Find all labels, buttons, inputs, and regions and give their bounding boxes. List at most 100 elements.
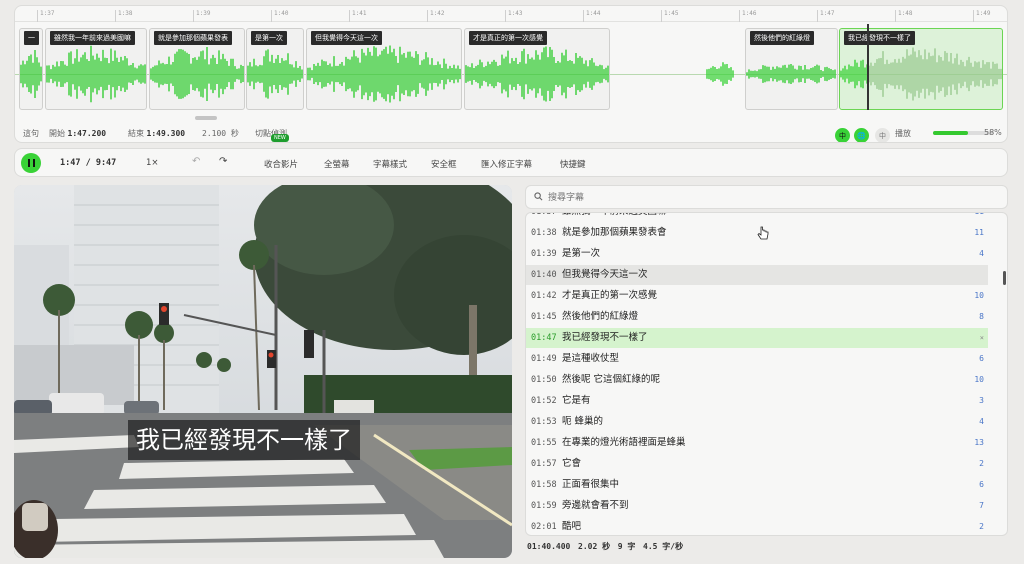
subtitle-text[interactable]: 是第一次 bbox=[562, 244, 600, 264]
subtitle-row-current[interactable]: 01:47 我已經發現不一樣了 × bbox=[526, 328, 988, 348]
subtitle-char-count: 7 bbox=[979, 501, 984, 510]
duration-value: 2.100 秒 bbox=[202, 129, 239, 138]
subtitle-time: 01:55 bbox=[531, 438, 557, 448]
subtitle-text[interactable]: 它是有 bbox=[562, 391, 591, 411]
start-time[interactable]: 開始 1:47.200 bbox=[49, 128, 106, 139]
subtitle-row[interactable]: 01:37 雖然我一年前來過美國嘛 11 bbox=[526, 212, 988, 222]
subtitle-row[interactable]: 02:01 酷吧 2 bbox=[526, 517, 988, 535]
subtitle-char-count: 2 bbox=[979, 459, 984, 468]
search-input[interactable] bbox=[548, 190, 988, 205]
clip-3[interactable]: 是第一次 bbox=[246, 28, 304, 110]
subtitle-time: 01:57 bbox=[531, 459, 557, 469]
subtitle-row[interactable]: 01:53 呃 蜂巢的 4 bbox=[526, 412, 988, 432]
end-time[interactable]: 結束 1:49.300 bbox=[128, 128, 185, 139]
subtitle-row[interactable]: 01:50 然後呢 它這個紅綠的呢 10 bbox=[526, 370, 988, 390]
import-corrected-subtitles-button[interactable]: 匯入修正字幕 bbox=[481, 158, 532, 170]
play-volume-label: 播放 bbox=[895, 129, 911, 138]
subtitle-text[interactable]: 旁邊就會看不到 bbox=[562, 496, 629, 516]
list-scrollbar[interactable] bbox=[1003, 271, 1006, 285]
volume-fill bbox=[933, 131, 968, 135]
ruler-tick: 1:49 bbox=[973, 10, 990, 22]
playhead[interactable] bbox=[867, 24, 869, 110]
subtitle-list[interactable]: 01:37雖然我一年前來過美國嘛1101:38就是參加那個蘋果發表會1101:3… bbox=[525, 212, 1008, 536]
clip-6[interactable]: 然後他們的紅綠燈 bbox=[745, 28, 838, 110]
time-ruler[interactable]: 1:37 1:38 1:39 1:40 1:41 1:42 1:43 1:44 1:45 1:46… bbox=[15, 6, 1007, 22]
ruler-tick: 1:44 bbox=[583, 10, 600, 22]
subtitle-time: 01:53 bbox=[531, 417, 557, 427]
subtitle-text[interactable]: 才是真正的第一次感覺 bbox=[562, 286, 657, 306]
subtitle-text[interactable]: 然後他們的紅綠燈 bbox=[562, 307, 638, 327]
clip-0[interactable]: 一 bbox=[19, 28, 43, 110]
subtitle-row[interactable]: 01:57 它會 2 bbox=[526, 454, 988, 474]
subtitle-text[interactable]: 呃 蜂巢的 bbox=[562, 412, 603, 432]
subtitle-text[interactable]: 它會 bbox=[562, 454, 581, 474]
subtitle-text[interactable]: 但我覺得今天這一次 bbox=[562, 265, 648, 285]
subtitle-row[interactable]: 01:55 在專業的燈光術語裡面是蜂巢 13 bbox=[526, 433, 988, 453]
ruler-tick: 1:37 bbox=[37, 10, 54, 22]
subtitle-time: 01:49 bbox=[531, 354, 557, 364]
subtitle-text[interactable]: 在專業的燈光術語裡面是蜂巢 bbox=[562, 433, 686, 453]
speed-button[interactable]: 1× bbox=[146, 158, 159, 168]
subtitle-row[interactable]: 01:52 它是有 3 bbox=[526, 391, 988, 411]
subtitle-time: 01:58 bbox=[531, 480, 557, 490]
undo-icon[interactable]: ↶ bbox=[192, 156, 200, 167]
subtitle-text[interactable]: 然後呢 它這個紅綠的呢 bbox=[562, 370, 660, 390]
subtitle-time: 01:47 bbox=[531, 333, 557, 343]
ruler-tick: 1:39 bbox=[193, 10, 210, 22]
subtitle-char-count: 2 bbox=[979, 522, 984, 531]
subtitle-row[interactable]: 01:39 是第一次 4 bbox=[526, 244, 988, 264]
subtitle-text[interactable]: 酷吧 bbox=[562, 517, 581, 535]
subtitle-row[interactable]: 01:40 但我覺得今天這一次 bbox=[526, 265, 988, 285]
subtitle-text[interactable]: 正面看很集中 bbox=[562, 475, 619, 495]
subtitle-text[interactable]: 雖然我一年前來過美國嘛 bbox=[562, 213, 667, 222]
subtitle-time: 01:45 bbox=[531, 312, 557, 322]
subtitle-row[interactable]: 01:42 才是真正的第一次感覺 10 bbox=[526, 286, 988, 306]
subtitle-time: 02:01 bbox=[531, 522, 557, 532]
kind-label: 這句 bbox=[23, 129, 39, 138]
clip-2[interactable]: 就是參加那個蘋果發表 bbox=[149, 28, 245, 110]
globe-icon[interactable]: 🌐 bbox=[854, 128, 869, 142]
clip-label: 我已經發現不一樣了 bbox=[844, 31, 915, 45]
collapse-video-button[interactable]: 收合影片 bbox=[264, 158, 298, 170]
subtitle-text[interactable]: 是這種收仗型 bbox=[562, 349, 619, 369]
subtitle-char-count: 13 bbox=[974, 438, 984, 447]
subtitle-row[interactable]: 01:59 旁邊就會看不到 7 bbox=[526, 496, 988, 516]
subtitle-char-count: 8 bbox=[979, 312, 984, 321]
timeline-panel[interactable]: 1:37 1:38 1:39 1:40 1:41 1:42 1:43 1:44 1:45 1:46… bbox=[14, 5, 1008, 143]
subtitle-lang-toggle[interactable]: 中 bbox=[835, 128, 850, 142]
timeline-scroll-handle[interactable] bbox=[195, 116, 217, 120]
subtitle-text[interactable]: 我已經發現不一樣了 bbox=[562, 328, 648, 348]
status-time: 01:40.400 bbox=[527, 542, 571, 551]
subtitle-row[interactable]: 01:45 然後他們的紅綠燈 8 bbox=[526, 307, 988, 327]
video-subtitle: 我已經發現不一樣了 bbox=[128, 420, 360, 460]
fullscreen-button[interactable]: 全螢幕 bbox=[324, 158, 350, 170]
safe-frame-button[interactable]: 安全框 bbox=[431, 158, 457, 170]
subtitle-row[interactable]: 01:58 正面看很集中 6 bbox=[526, 475, 988, 495]
hand-cursor-icon bbox=[757, 226, 769, 240]
ruler-tick: 1:43 bbox=[505, 10, 522, 22]
search-icon bbox=[534, 192, 543, 201]
shortcuts-button[interactable]: 快捷鍵 bbox=[560, 158, 586, 170]
clip-label: 才是真正的第一次感覺 bbox=[469, 31, 547, 45]
pause-button[interactable] bbox=[21, 153, 41, 173]
split-detect-button[interactable]: 切點偵測 NEW bbox=[255, 128, 289, 142]
language-toggle-off[interactable]: 中 bbox=[875, 128, 890, 142]
clip-4[interactable]: 但我覺得今天這一次 bbox=[306, 28, 462, 110]
subtitle-row[interactable]: 01:49 是這種收仗型 6 bbox=[526, 349, 988, 369]
subtitle-time: 01:37 bbox=[531, 212, 557, 217]
subtitle-text[interactable]: 就是參加那個蘋果發表會 bbox=[562, 223, 667, 243]
subtitle-search-box[interactable] bbox=[525, 185, 1008, 209]
video-player[interactable]: 我已經發現不一樣了 bbox=[14, 185, 512, 558]
subtitle-char-count: 11 bbox=[974, 213, 984, 222]
subtitle-char-count: 4 bbox=[979, 417, 984, 426]
clip-1[interactable]: 雖然我一年前來過美國嘛 bbox=[45, 28, 147, 110]
ruler-tick: 1:40 bbox=[271, 10, 288, 22]
redo-icon[interactable]: ↷ bbox=[219, 156, 227, 167]
clip-5[interactable]: 才是真正的第一次感覺 bbox=[464, 28, 610, 110]
subtitle-style-button[interactable]: 字幕樣式 bbox=[373, 158, 407, 170]
waveform-track[interactable]: 一 雖然我一年前來過美國嘛 就是參加那個蘋果發表 是第一次 但我覺得今天這一次 … bbox=[15, 24, 1007, 114]
status-bar: 01:40.400 2.02 秒 9 字 4.5 字/秒 bbox=[527, 541, 683, 552]
clip-7-active[interactable]: 我已經發現不一樣了 bbox=[839, 28, 1003, 110]
clip-label: 是第一次 bbox=[251, 31, 287, 45]
subtitle-time: 01:52 bbox=[531, 396, 557, 406]
